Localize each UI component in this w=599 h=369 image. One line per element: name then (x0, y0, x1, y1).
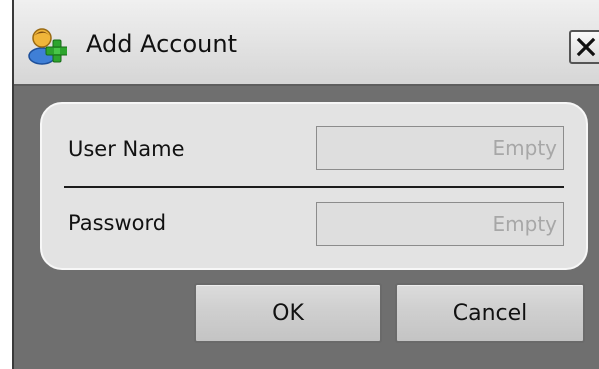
password-label: Password (68, 211, 167, 235)
close-button[interactable] (569, 30, 599, 64)
add-user-icon (27, 25, 69, 65)
dialog-title: Add Account (86, 30, 237, 58)
field-divider (64, 186, 564, 188)
add-account-dialog: Add Account User Name Password OK Cancel (12, 0, 599, 369)
account-form-panel: User Name Password (40, 102, 588, 270)
title-bar[interactable]: Add Account (14, 0, 599, 86)
username-input[interactable] (316, 126, 564, 170)
username-label: User Name (68, 137, 185, 161)
ok-button[interactable]: OK (194, 283, 382, 343)
close-icon (574, 35, 598, 63)
cancel-button[interactable]: Cancel (395, 283, 585, 343)
password-input[interactable] (316, 202, 564, 246)
